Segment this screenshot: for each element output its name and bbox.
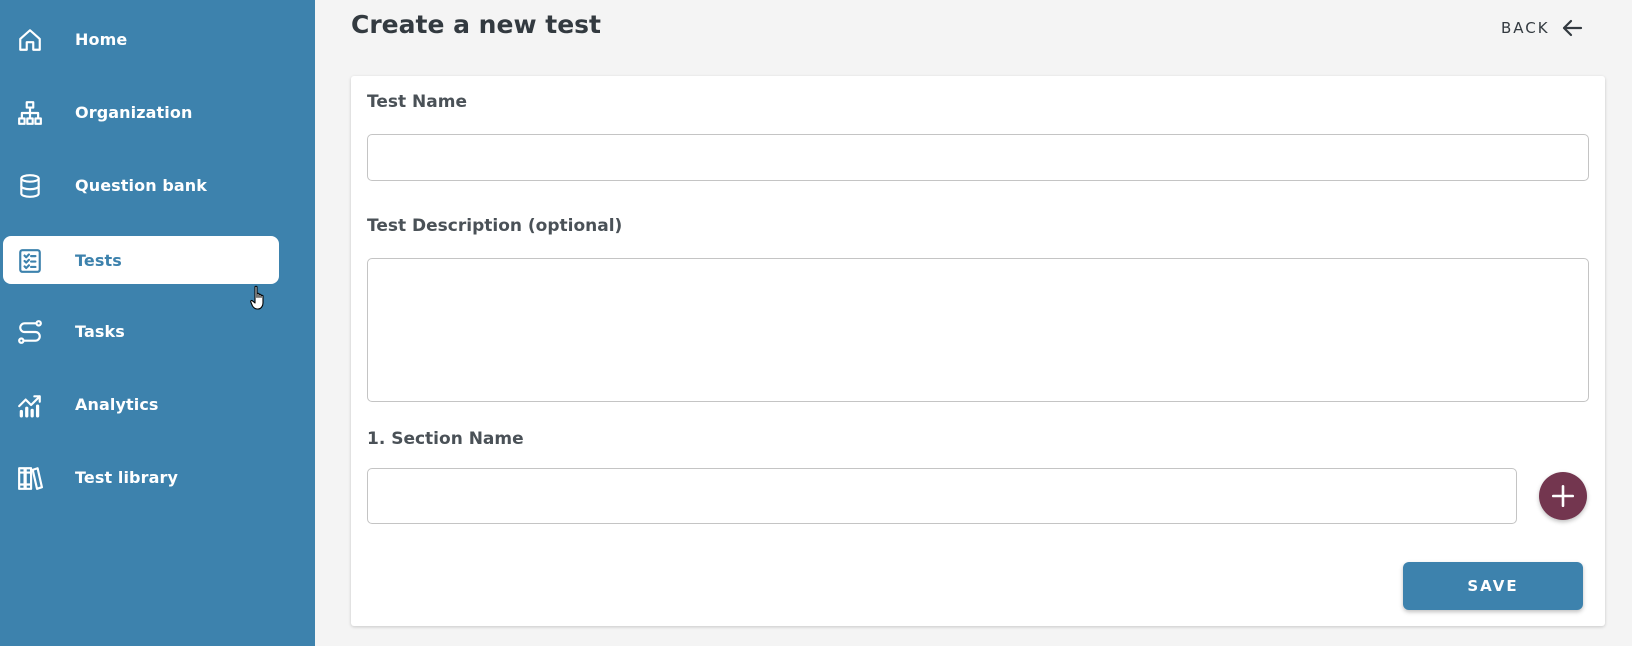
sidebar-item-label: Home — [75, 29, 128, 49]
test-description-textarea[interactable] — [367, 258, 1589, 402]
sidebar-item-tests[interactable]: Tests — [3, 236, 279, 284]
page-title: Create a new test — [351, 10, 601, 39]
save-button[interactable]: SAVE — [1403, 562, 1583, 610]
sidebar-item-test-library[interactable]: Test library — [3, 453, 279, 501]
sidebar-item-question-bank[interactable]: Question bank — [3, 161, 279, 209]
home-icon — [17, 27, 43, 53]
sidebar-item-label: Question bank — [75, 175, 208, 195]
section-name-label: 1. Section Name — [367, 429, 524, 449]
main-content: Create a new test BACK Test Name Test De… — [315, 0, 1632, 646]
back-label: BACK — [1501, 19, 1550, 37]
arrow-left-icon — [1560, 16, 1584, 40]
back-button[interactable]: BACK — [1501, 14, 1584, 42]
sidebar: Home Organization Question bank Tests Ta… — [0, 0, 315, 646]
test-name-input[interactable] — [367, 134, 1589, 181]
sidebar-item-analytics[interactable]: Analytics — [3, 380, 279, 428]
test-name-label: Test Name — [367, 92, 467, 112]
sidebar-item-tasks[interactable]: Tasks — [3, 307, 279, 355]
hand-cursor-icon — [250, 285, 268, 311]
sidebar-item-label: Test library — [75, 467, 179, 487]
chart-icon — [17, 392, 43, 418]
database-icon — [17, 173, 43, 199]
sidebar-item-home[interactable]: Home — [3, 15, 279, 63]
sidebar-item-organization[interactable]: Organization — [3, 88, 279, 136]
books-icon — [17, 465, 43, 491]
checklist-icon — [17, 248, 43, 274]
route-icon — [17, 319, 43, 345]
sidebar-item-label: Tasks — [75, 321, 125, 341]
sidebar-item-label: Organization — [75, 102, 193, 122]
section-name-input[interactable] — [367, 468, 1517, 524]
sidebar-item-label: Analytics — [75, 394, 159, 414]
test-description-label: Test Description (optional) — [367, 216, 623, 236]
hierarchy-icon — [17, 100, 43, 126]
sidebar-item-label: Tests — [75, 250, 122, 270]
plus-icon — [1550, 483, 1576, 509]
add-section-button[interactable] — [1539, 472, 1587, 520]
test-form-card: Test Name Test Description (optional) 1.… — [351, 76, 1605, 626]
